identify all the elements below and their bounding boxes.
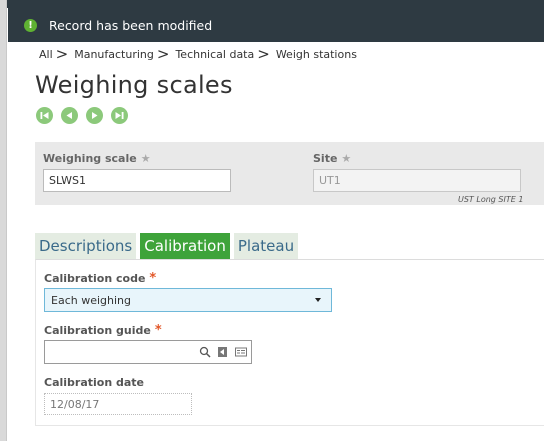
- next-record-button[interactable]: [86, 107, 103, 124]
- tab-calibration[interactable]: Calibration: [140, 233, 230, 259]
- detail-card-icon[interactable]: [235, 346, 247, 358]
- record-navigation: [36, 107, 128, 124]
- calibration-date-label: Calibration date: [44, 376, 144, 389]
- section-bottom-divider: [35, 425, 544, 426]
- calibration-guide-label: Calibration guide *: [44, 323, 162, 338]
- breadcrumb-separator: >: [156, 45, 170, 63]
- breadcrumb-item-technical-data[interactable]: Technical data: [175, 48, 254, 61]
- top-strip: [0, 0, 544, 8]
- calibration-code-label: Calibration code *: [44, 271, 156, 286]
- last-record-button[interactable]: [111, 107, 128, 124]
- breadcrumb-separator: >: [55, 45, 69, 63]
- site-field: UT1: [313, 169, 521, 192]
- chevron-down-icon: [315, 298, 321, 302]
- weighing-scale-field[interactable]: SLWS1: [43, 169, 231, 192]
- next-icon: [92, 112, 98, 119]
- calibration-date-label-text: Calibration date: [44, 376, 145, 389]
- tab-bar: Descriptions Calibration Plateau: [35, 233, 299, 259]
- breadcrumb-separator: >: [257, 45, 270, 63]
- calibration-code-label-text: Calibration code: [44, 272, 146, 285]
- alert-icon: !: [24, 18, 37, 32]
- tab-descriptions[interactable]: Descriptions: [35, 233, 137, 259]
- first-record-button[interactable]: [36, 107, 53, 124]
- calibration-guide-label-text: Calibration guide: [44, 324, 151, 337]
- search-icon[interactable]: [199, 346, 211, 358]
- notification-bar: ! Record has been modified: [8, 8, 544, 42]
- site-label: Site ★: [313, 152, 351, 165]
- site-description: UST Long SITE 1: [458, 195, 524, 204]
- breadcrumb: All > Manufacturing > Technical data > W…: [39, 46, 357, 62]
- breadcrumb-item-manufacturing[interactable]: Manufacturing: [74, 48, 154, 61]
- zoom-to-record-icon[interactable]: [217, 346, 229, 358]
- weighing-scale-label: Weighing scale ★: [43, 152, 151, 165]
- calibration-guide-actions: [199, 341, 247, 363]
- required-icon: *: [149, 271, 157, 286]
- calibration-date-field[interactable]: 12/08/17: [44, 393, 192, 415]
- previous-icon: [66, 112, 72, 119]
- calibration-code-value: Each weighing: [51, 293, 131, 307]
- star-icon: ★: [341, 152, 352, 165]
- first-icon: [40, 112, 49, 119]
- left-gutter-divider: [6, 0, 7, 441]
- required-icon: *: [154, 323, 162, 338]
- weighing-scale-label-text: Weighing scale: [43, 152, 137, 165]
- previous-record-button[interactable]: [61, 107, 78, 124]
- tab-plateau[interactable]: Plateau: [233, 233, 299, 259]
- calibration-guide-field[interactable]: [44, 340, 252, 364]
- site-label-text: Site: [313, 152, 338, 165]
- star-icon: ★: [140, 152, 151, 165]
- last-icon: [115, 112, 124, 119]
- calibration-code-select[interactable]: Each weighing: [44, 288, 332, 312]
- breadcrumb-item-weigh-stations[interactable]: Weigh stations: [276, 48, 357, 61]
- page-title: Weighing scales: [35, 71, 233, 99]
- notification-text: Record has been modified: [49, 17, 213, 33]
- breadcrumb-item-all[interactable]: All: [39, 48, 53, 61]
